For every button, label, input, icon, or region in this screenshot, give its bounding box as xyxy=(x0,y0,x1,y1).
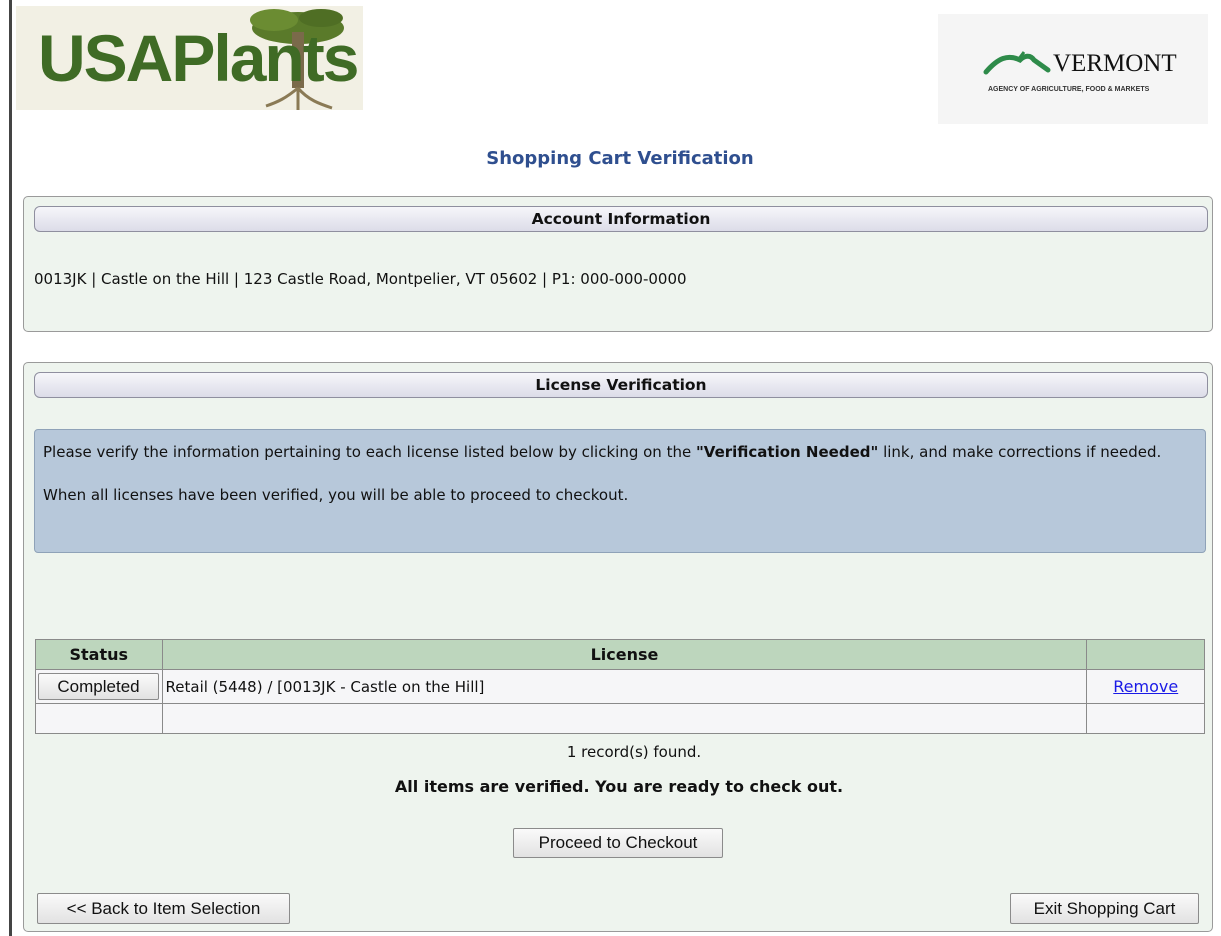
license-verification-panel: License Verification Please verify the i… xyxy=(23,362,1213,932)
instruction-line-2: When all licenses have been verified, yo… xyxy=(43,486,629,504)
license-cell: Retail (5448) / [0013JK - Castle on the … xyxy=(161,669,1088,704)
action-cell: Remove xyxy=(1086,669,1205,704)
status-cell: Completed xyxy=(35,669,163,704)
vermont-name: VERMONT xyxy=(1053,50,1177,77)
instruction-text: Please verify the information pertaining… xyxy=(43,443,696,461)
account-info-panel: Account Information 0013JK | Castle on t… xyxy=(23,196,1213,332)
page-left-border xyxy=(9,0,12,936)
page-title: Shopping Cart Verification xyxy=(486,148,754,169)
status-completed-button[interactable]: Completed xyxy=(38,673,159,700)
verification-needed-emphasis: "Verification Needed" xyxy=(695,443,879,461)
account-info-header: Account Information xyxy=(34,206,1208,232)
verification-instructions: Please verify the information pertaining… xyxy=(34,429,1206,553)
table-row: Completed Retail (5448) / [0013JK - Cast… xyxy=(35,669,1205,704)
account-info-text: 0013JK | Castle on the Hill | 123 Castle… xyxy=(34,270,687,288)
column-header-license: License xyxy=(161,639,1088,670)
column-header-status: Status xyxy=(35,639,163,670)
license-table: Status License Completed Retail (5448) /… xyxy=(35,639,1205,734)
exit-shopping-cart-button[interactable]: Exit Shopping Cart xyxy=(1010,893,1199,924)
proceed-to-checkout-button[interactable]: Proceed to Checkout xyxy=(513,828,723,858)
back-to-item-selection-button[interactable]: << Back to Item Selection xyxy=(37,893,290,924)
empty-cell xyxy=(1086,703,1205,734)
logo-text: USAPlants xyxy=(38,21,359,95)
remove-link[interactable]: Remove xyxy=(1113,677,1178,696)
records-found-text: 1 record(s) found. xyxy=(566,743,702,761)
empty-cell xyxy=(35,703,163,734)
table-header-row: Status License xyxy=(35,639,1205,670)
license-verification-header: License Verification xyxy=(34,372,1208,398)
instruction-line-1: Please verify the information pertaining… xyxy=(43,439,1197,465)
empty-cell xyxy=(161,703,1088,734)
column-header-action xyxy=(1086,639,1205,670)
table-empty-row xyxy=(35,703,1205,734)
instruction-text-end: link, and make corrections if needed. xyxy=(878,443,1162,461)
vermont-subtitle: AGENCY OF AGRICULTURE, FOOD & MARKETS xyxy=(988,86,1150,93)
ready-message: All items are verified. You are ready to… xyxy=(394,777,844,796)
vermont-agency-logo: VERMONT AGENCY OF AGRICULTURE, FOOD & MA… xyxy=(938,14,1208,124)
usa-plants-logo: USAPlants xyxy=(16,6,363,110)
